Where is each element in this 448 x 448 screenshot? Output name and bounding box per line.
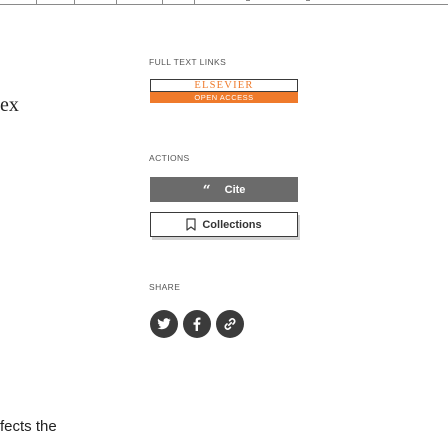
collections-button-label: Collections [202,218,262,231]
copy-link-button[interactable] [216,310,244,338]
collections-button[interactable]: Collections [150,212,298,237]
share-icons [150,310,270,338]
top-tab-outline [0,0,448,8]
link-icon [224,318,236,330]
elsevier-open-access-link[interactable]: ELSEVIER OPEN ACCESS [150,79,298,105]
actions-heading: ACTIONS [149,153,190,163]
facebook-share-button[interactable] [183,310,211,338]
article-text-fragment-bottom: fects the [0,418,57,435]
share-heading: SHARE [149,282,181,292]
bookmark-icon [186,218,196,231]
open-access-badge: OPEN ACCESS [150,92,298,103]
quote-icon: “ [202,183,211,199]
article-text-fragment: ex [0,94,19,116]
open-access-label: OPEN ACCESS [194,93,254,102]
publisher-name: ELSEVIER [194,80,254,91]
publisher-logo-box: ELSEVIER [150,79,298,92]
facebook-icon [193,317,201,331]
cite-button-label: Cite [224,183,246,196]
full-text-links-heading: FULL TEXT LINKS [149,57,227,67]
twitter-icon [157,318,171,330]
cite-button[interactable]: “ Cite [150,177,298,202]
twitter-share-button[interactable] [150,310,178,338]
